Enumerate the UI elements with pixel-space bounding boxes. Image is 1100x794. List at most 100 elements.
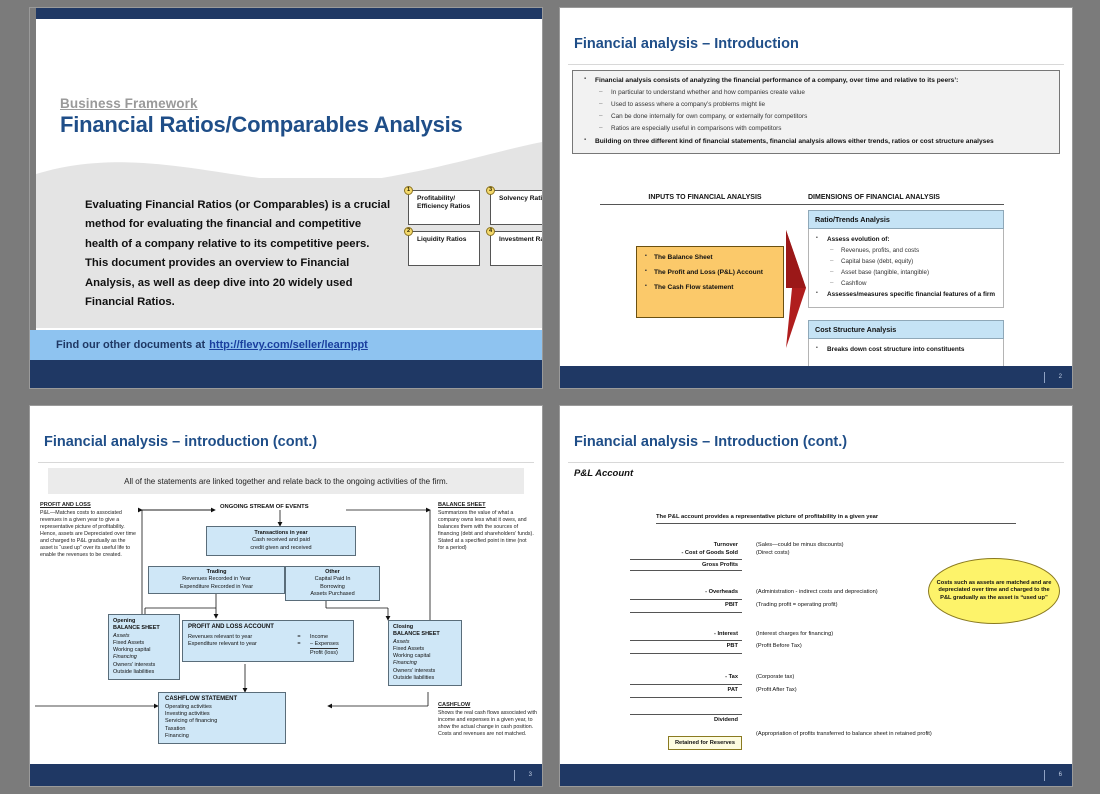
page-number: 6 bbox=[1058, 772, 1062, 778]
ratio-box-profitability: 1 Profitability/ Efficiency Ratios bbox=[404, 186, 480, 225]
dim2-item: Breaks down cost structure into constitu… bbox=[815, 344, 997, 354]
box-title: PROFIT AND LOSS ACCOUNT bbox=[188, 624, 274, 630]
pla-row1-eq: = bbox=[297, 633, 301, 640]
note-cashflow: CASHFLOW Shows the real cash flows assoc… bbox=[438, 702, 538, 738]
pla-row2-label: Expenditure relevant to year bbox=[188, 641, 257, 648]
pl-row-pat: PAT (Profit After Tax) bbox=[630, 687, 1000, 695]
pl-label: Turnover bbox=[713, 542, 738, 548]
box-title: Transactions in year bbox=[254, 530, 308, 536]
pla-row3-value: Profit (loss) bbox=[310, 648, 338, 657]
pl-rule bbox=[630, 559, 742, 561]
cfs-line-1: Operating activities bbox=[165, 703, 212, 710]
slide-4-pl-account: Financial analysis – Introduction (cont.… bbox=[560, 406, 1072, 786]
box-other: Other Capital Paid In Borrowing Assets P… bbox=[285, 566, 380, 601]
note-cf-body: Shows the real cash flows associated wit… bbox=[438, 710, 537, 738]
slide-1-title: Business Framework Financial Ratios/Comp… bbox=[30, 8, 542, 388]
box-line-3: Assets bbox=[393, 638, 410, 645]
title-divider bbox=[38, 462, 534, 463]
box-line-2: BALANCE SHEET bbox=[113, 625, 160, 632]
dimension-body: Breaks down cost structure into constitu… bbox=[808, 339, 1004, 369]
page-number: 2 bbox=[1058, 374, 1062, 380]
pl-label: - Overheads bbox=[705, 589, 738, 596]
ratio-box-solvency: 3 Solvency Ratios bbox=[486, 186, 542, 225]
box-line-1: Opening bbox=[113, 618, 136, 624]
input-item-balance-sheet: The Balance Sheet bbox=[645, 253, 779, 262]
pla-row1-label: Revenues relevant to year bbox=[188, 633, 253, 640]
callout-sub-3: Can be done internally for own company, … bbox=[581, 112, 1051, 121]
pl-label: - Tax bbox=[725, 674, 738, 681]
decorative-wave bbox=[30, 142, 542, 198]
banner-text: All of the statements are linked togethe… bbox=[48, 468, 524, 494]
pl-row-retained: Retained for Reserves (Appropriation of … bbox=[630, 731, 1000, 750]
slide-3-linked-statements: Financial analysis – introduction (cont.… bbox=[30, 406, 542, 786]
dimension-header: Ratio/Trends Analysis bbox=[808, 210, 1004, 229]
box-opening-balance-sheet: Opening BALANCE SHEET Assets Fixed Asset… bbox=[108, 614, 180, 680]
pl-rule bbox=[630, 683, 742, 685]
dim1-tail: Assesses/measures specific financial fea… bbox=[815, 290, 997, 299]
footer-tick bbox=[513, 769, 515, 781]
box-line-1: Closing bbox=[393, 624, 414, 630]
box-line-3: Assets bbox=[113, 632, 130, 639]
callout-sub-2: Used to assess where a company’s problem… bbox=[581, 100, 1051, 109]
title-divider bbox=[568, 462, 1064, 463]
dimension-ratio-trends: Ratio/Trends Analysis Assess evolution o… bbox=[808, 210, 1004, 308]
red-arrow-icon bbox=[786, 230, 806, 348]
pl-row-interest: - Interest (Interest charges for financi… bbox=[630, 631, 1000, 639]
inputs-box: The Balance Sheet The Profit and Loss (P… bbox=[636, 246, 784, 318]
note-bs-heading: BALANCE SHEET bbox=[438, 502, 486, 508]
note-bs-body: Summarizes the value of what a company o… bbox=[438, 510, 534, 552]
pl-row-gross-profits: Gross Profits bbox=[630, 562, 1000, 568]
pl-rule bbox=[630, 599, 742, 601]
ratio-box-investment: 4 Investment Ratios bbox=[486, 227, 542, 266]
dim1-sub-4: Cashflow bbox=[815, 279, 997, 288]
slide3-footer-bar: 3 bbox=[30, 764, 542, 786]
box-cashflow-statement: CASHFLOW STATEMENT Operating activities … bbox=[158, 692, 286, 745]
pl-note: (Sales—could be minus discounts) bbox=[756, 542, 844, 548]
pl-note: (Administration - indirect costs and dep… bbox=[756, 589, 878, 596]
callout-sub-1: In particular to understand whether and … bbox=[581, 88, 1051, 97]
box-line-7: Owners’ interests bbox=[113, 661, 156, 668]
pl-note: (Profit Before Tax) bbox=[756, 643, 802, 650]
intro-callout-box: Financial analysis consists of analyzing… bbox=[572, 70, 1060, 155]
box-line-2: credit given and received bbox=[250, 544, 312, 551]
pl-rule bbox=[630, 611, 742, 613]
pl-label: PBIT bbox=[725, 602, 738, 609]
ratio-box-label: Investment Ratios bbox=[499, 236, 542, 243]
box-line-4: Fixed Assets bbox=[113, 639, 145, 646]
note-pl-heading: PROFIT AND LOSS bbox=[40, 502, 91, 508]
callout-sub-4: Ratios are especially useful in comparis… bbox=[581, 124, 1051, 133]
slide1-body-text: Evaluating Financial Ratios (or Comparab… bbox=[85, 199, 391, 309]
page-number: 3 bbox=[528, 772, 532, 778]
pl-label: - Cost of Goods Sold bbox=[681, 549, 738, 556]
pl-row-tax: - Tax (Corporate tax) bbox=[630, 674, 1000, 682]
badge-number-1: 1 bbox=[404, 186, 413, 195]
retained-note: (Appropriation of profits transferred to… bbox=[756, 730, 932, 737]
box-line-4: Fixed Assets bbox=[393, 645, 425, 652]
slide-2-intro: Financial analysis – Introduction Financ… bbox=[560, 8, 1072, 388]
dim1-lead: Assess evolution of: bbox=[815, 234, 997, 244]
pl-label: PBT bbox=[726, 643, 738, 650]
footer-tick bbox=[1043, 371, 1045, 383]
pl-label: Dividend bbox=[713, 716, 738, 723]
box-line-2: BALANCE SHEET bbox=[393, 631, 440, 638]
flevy-seller-link[interactable]: http://flevy.com/seller/learnppt bbox=[209, 339, 368, 351]
box-line-8: Outside liabilities bbox=[393, 674, 435, 681]
box-line-6: Financing bbox=[393, 660, 417, 667]
page-title: Financial analysis – Introduction bbox=[574, 36, 799, 52]
slide1-title-block: Business Framework Financial Ratios/Comp… bbox=[60, 96, 463, 138]
pl-rule bbox=[630, 640, 742, 642]
stream-label: ONGOING STREAM OF EVENTS bbox=[220, 504, 309, 510]
pl-label: PAT bbox=[727, 686, 738, 693]
page-title: Financial analysis – Introduction (cont.… bbox=[574, 434, 848, 450]
box-profit-and-loss-account: PROFIT AND LOSS ACCOUNT Revenues relevan… bbox=[182, 620, 354, 662]
pl-row-cogs: - Cost of Goods Sold (Direct costs) bbox=[630, 550, 1000, 558]
box-line-3: Assets Purchased bbox=[310, 590, 355, 597]
box-line-2: Borrowing bbox=[320, 583, 345, 590]
pl-label: - Interest bbox=[713, 630, 738, 637]
pl-note: (Profit After Tax) bbox=[756, 686, 797, 693]
cfs-line-4: Taxation bbox=[165, 725, 186, 732]
page-title: Financial analysis – introduction (cont.… bbox=[44, 434, 318, 450]
pla-row1-value: Income bbox=[310, 633, 329, 640]
callout-lead: Financial analysis consists of analyzing… bbox=[581, 76, 1051, 86]
title-divider bbox=[568, 64, 1064, 65]
